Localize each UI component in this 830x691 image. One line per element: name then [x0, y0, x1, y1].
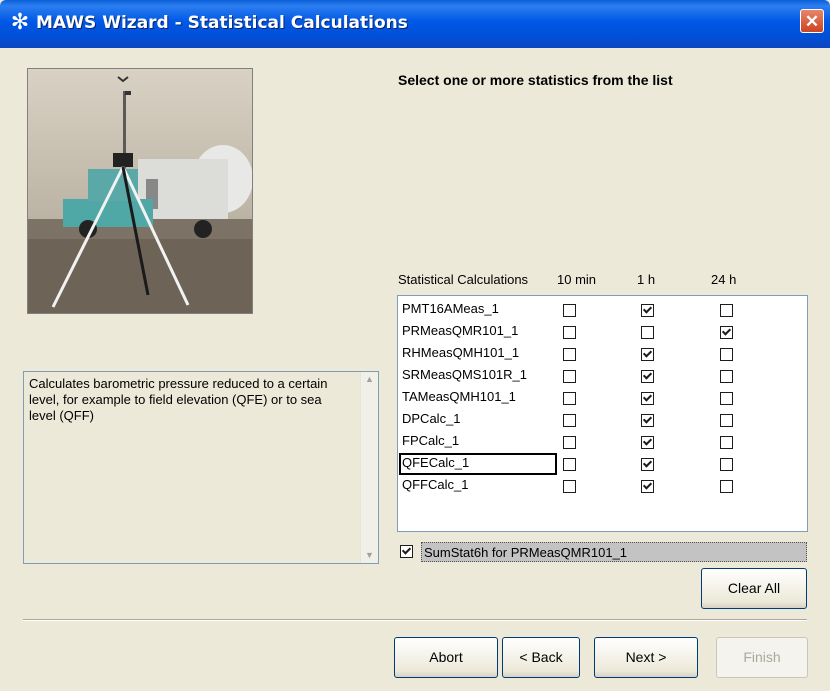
window-title: MAWS Wizard - Statistical Calculations	[36, 13, 408, 33]
list-item[interactable]: SRMeasQMS101R_1	[398, 365, 807, 387]
statistics-list[interactable]: PMT16AMeas_1 PRMeasQMR101_1 RHMeasQMH101_1…	[397, 295, 808, 532]
checkbox-min10[interactable]	[563, 348, 576, 361]
checkbox-h1[interactable]	[641, 392, 654, 405]
checkbox-h24[interactable]	[720, 304, 733, 317]
back-button[interactable]: < Back	[502, 637, 580, 678]
checkbox-min10[interactable]	[563, 370, 576, 383]
checkbox-h1[interactable]	[641, 348, 654, 361]
weather-station-photo	[27, 68, 253, 314]
list-item-label: SRMeasQMS101R_1	[402, 367, 527, 382]
list-item[interactable]: RHMeasQMH101_1	[398, 343, 807, 365]
checkbox-h24[interactable]	[720, 370, 733, 383]
checkbox-min10[interactable]	[563, 304, 576, 317]
close-button[interactable]: ✕	[800, 9, 824, 33]
description-scrollbar[interactable]: ▲ ▼	[360, 372, 378, 563]
checkbox-h24[interactable]	[720, 392, 733, 405]
list-item-label: RHMeasQMH101_1	[402, 345, 520, 360]
finish-button[interactable]: Finish	[716, 637, 808, 678]
summary-row[interactable]: SumStat6h for PRMeasQMR101_1	[397, 542, 808, 562]
checkbox-h1[interactable]	[641, 414, 654, 427]
instruction-heading: Select one or more statistics from the l…	[398, 72, 673, 88]
list-item[interactable]: TAMeasQMH101_1	[398, 387, 807, 409]
checkbox-min10[interactable]	[563, 414, 576, 427]
checkbox-h1[interactable]	[641, 326, 654, 339]
checkbox-h1[interactable]	[641, 370, 654, 383]
list-item-label: QFECalc_1	[402, 455, 470, 470]
description-box[interactable]: Calculates barometric pressure reduced t…	[23, 371, 379, 564]
list-item[interactable]: PRMeasQMR101_1	[398, 321, 807, 343]
list-item-label: PMT16AMeas_1	[402, 301, 499, 316]
list-item-label: TAMeasQMH101_1	[402, 389, 516, 404]
list-item-label: QFFCalc_1	[402, 477, 469, 492]
checkbox-h1[interactable]	[641, 436, 654, 449]
checkbox-min10[interactable]	[563, 392, 576, 405]
next-button[interactable]: Next >	[594, 637, 698, 678]
abort-button[interactable]: Abort	[394, 637, 498, 678]
title-bar[interactable]: ✻ MAWS Wizard - Statistical Calculations…	[0, 0, 830, 48]
checkbox-h1[interactable]	[641, 458, 654, 471]
scroll-down-icon[interactable]: ▼	[362, 548, 377, 563]
list-item[interactable]: FPCalc_1	[398, 431, 807, 453]
checkbox-h1[interactable]	[641, 480, 654, 493]
description-text: Calculates barometric pressure reduced t…	[29, 376, 328, 423]
column-header-name: Statistical Calculations	[398, 272, 529, 287]
checkbox-h24[interactable]	[720, 348, 733, 361]
checkbox-min10[interactable]	[563, 480, 576, 493]
list-item-label: DPCalc_1	[402, 411, 461, 426]
list-item-label: FPCalc_1	[402, 433, 460, 448]
wizard-window: ✻ MAWS Wizard - Statistical Calculations…	[0, 0, 830, 691]
checkbox-h24[interactable]	[720, 414, 733, 427]
checkbox-h1[interactable]	[641, 304, 654, 317]
checkbox-min10[interactable]	[563, 436, 576, 449]
maws-wizard-icon: ✻	[10, 9, 30, 34]
clear-all-button[interactable]: Clear All	[701, 568, 807, 609]
list-item[interactable]: QFECalc_1	[398, 453, 807, 475]
checkbox-h24[interactable]	[720, 436, 733, 449]
column-header-1h: 1 h	[637, 272, 656, 287]
list-item[interactable]: DPCalc_1	[398, 409, 807, 431]
list-item[interactable]: PMT16AMeas_1	[398, 299, 807, 321]
close-icon: ✕	[804, 12, 820, 31]
separator	[23, 619, 807, 621]
summary-label: SumStat6h for PRMeasQMR101_1	[424, 545, 628, 560]
checkbox-h24[interactable]	[720, 326, 733, 339]
checkbox-h24[interactable]	[720, 458, 733, 471]
list-item-label: PRMeasQMR101_1	[402, 323, 519, 338]
summary-label-box[interactable]: SumStat6h for PRMeasQMR101_1	[421, 542, 807, 562]
checkbox-min10[interactable]	[563, 458, 576, 471]
column-header-24h: 24 h	[711, 272, 737, 287]
checkbox-h24[interactable]	[720, 480, 733, 493]
scroll-up-icon[interactable]: ▲	[362, 372, 377, 387]
column-header-10min: 10 min	[557, 272, 597, 287]
checkbox-min10[interactable]	[563, 326, 576, 339]
list-item[interactable]: QFFCalc_1	[398, 475, 807, 497]
summary-checkbox[interactable]	[400, 545, 413, 558]
